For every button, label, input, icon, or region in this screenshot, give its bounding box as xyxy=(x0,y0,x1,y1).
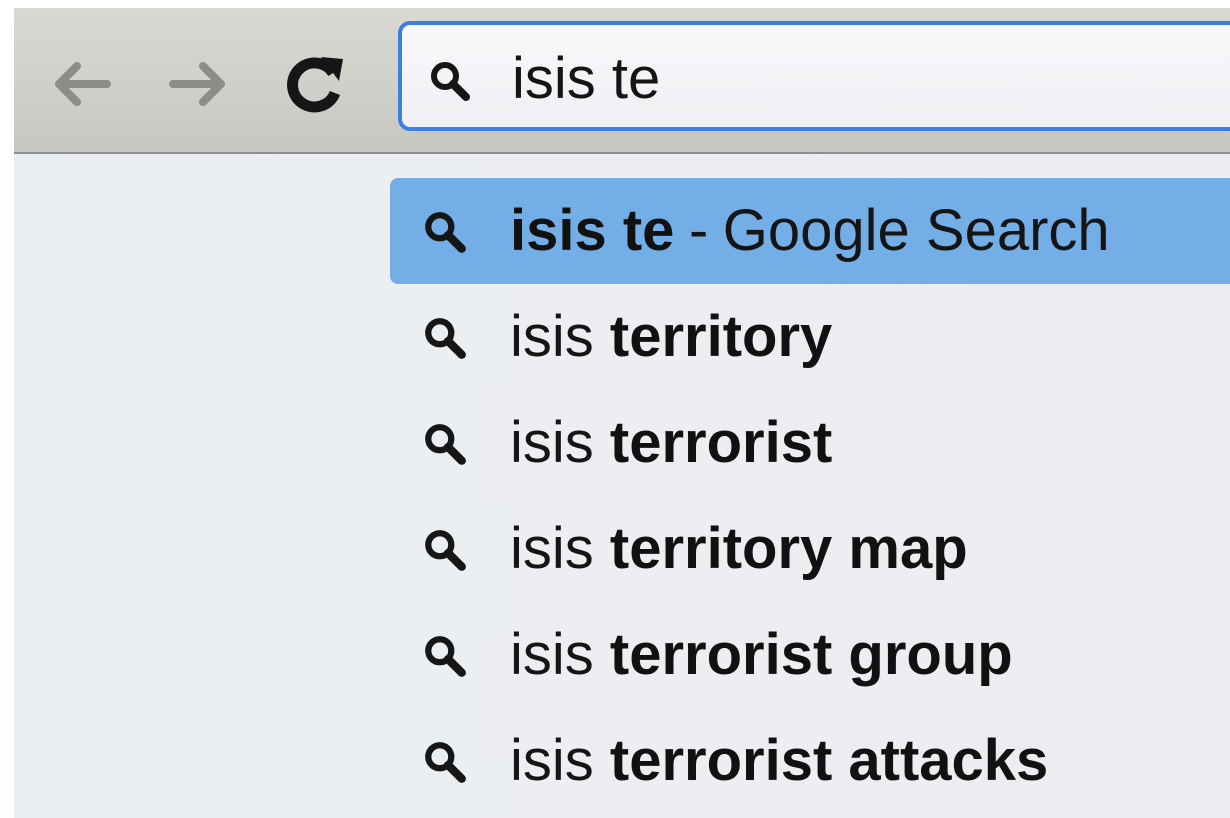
suggestion-label: isis territory xyxy=(510,304,832,370)
suggestion-typed: isis xyxy=(510,622,610,687)
suggestion-item[interactable]: isis terrorist xyxy=(390,390,1230,496)
suggestion-label: isis territory map xyxy=(510,516,968,582)
arrow-left-icon xyxy=(55,62,111,106)
search-icon xyxy=(425,742,466,783)
suggestion-completion: terrorist xyxy=(609,410,833,475)
suggestion-typed: isis xyxy=(510,516,610,581)
suggestion-label: isis terrorist group xyxy=(510,622,1013,688)
back-button[interactable] xyxy=(40,48,120,120)
suggestion-provider: Google Search xyxy=(722,198,1110,263)
suggestion-item[interactable]: isis territory xyxy=(390,284,1230,390)
suggestion-label: isis terrorist attacks xyxy=(510,728,1048,794)
address-bar[interactable] xyxy=(398,21,1230,131)
suggestion-completion: territory xyxy=(609,304,833,369)
autocomplete-dropdown: isis te - Google Search isis territory isi… xyxy=(390,178,1230,818)
browser-toolbar xyxy=(14,8,1230,154)
search-icon xyxy=(425,530,466,571)
suggestion-completion: territory map xyxy=(609,516,968,581)
suggestion-completion: terrorist group xyxy=(609,622,1013,687)
search-icon xyxy=(425,212,466,253)
reload-icon xyxy=(287,57,343,113)
suggestion-query: isis te xyxy=(510,198,675,263)
search-icon xyxy=(425,318,466,359)
suggestion-typed: isis xyxy=(510,304,610,369)
browser-window: isis te-Google Search isis territory isi… xyxy=(14,8,1230,818)
arrow-right-icon xyxy=(169,62,225,106)
suggestion-search-google[interactable]: isis te - Google Search xyxy=(390,178,1230,284)
suggestion-label: isis terrorist xyxy=(510,410,832,476)
suggestion-item[interactable]: isis territory map xyxy=(390,496,1230,602)
suggestion-typed: isis xyxy=(510,410,610,475)
suggestion-item[interactable]: isis terrorist attacks xyxy=(390,708,1230,814)
search-icon xyxy=(431,62,470,101)
reload-button[interactable] xyxy=(276,48,356,120)
search-icon xyxy=(425,636,466,677)
suggestion-typed: isis xyxy=(510,728,610,793)
suggestion-separator: - xyxy=(688,198,709,263)
forward-button[interactable] xyxy=(160,48,240,120)
suggestion-completion: terrorist attacks xyxy=(609,728,1049,793)
address-input[interactable] xyxy=(512,43,1212,113)
suggestion-label: isis te - Google Search xyxy=(510,198,1110,264)
suggestion-item[interactable]: isis terrorist group xyxy=(390,602,1230,708)
search-icon xyxy=(425,424,466,465)
